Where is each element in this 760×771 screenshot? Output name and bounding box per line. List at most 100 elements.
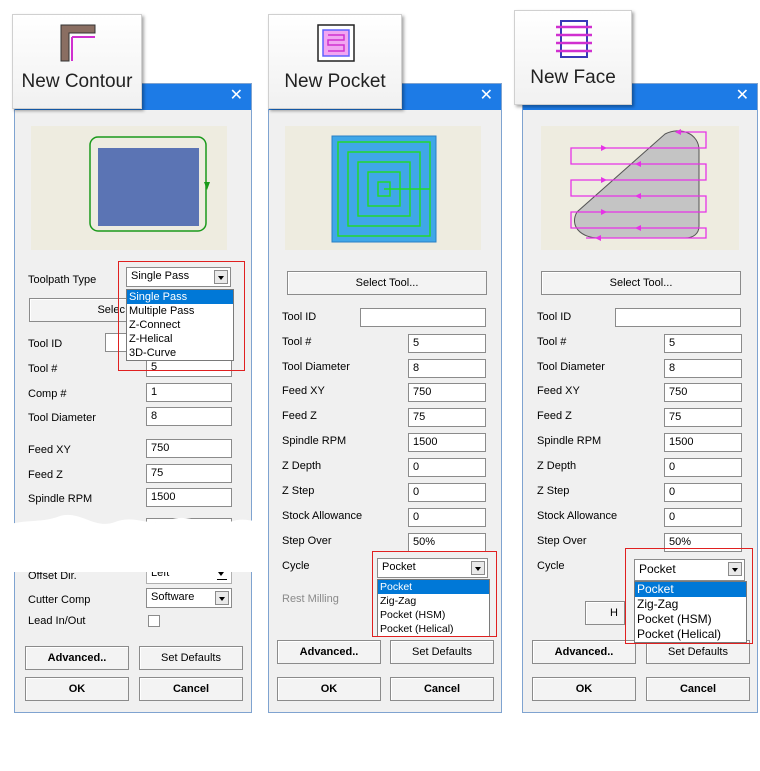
stock-allowance-label: Stock Allowance <box>537 510 618 522</box>
feed-xy-field[interactable]: 750 <box>146 439 232 458</box>
face-preview <box>541 126 739 250</box>
z-depth-field[interactable]: 0 <box>408 458 486 477</box>
step-over-label: Step Over <box>282 535 332 547</box>
ok-button[interactable]: OK <box>25 677 129 701</box>
pocket-dialog: ✕ Select Tool... Tool ID Tool # 5 Tool D… <box>268 83 502 713</box>
z-depth-field[interactable]: 0 <box>664 458 742 477</box>
tool-num-label: Tool # <box>282 336 312 348</box>
spindle-rpm-field[interactable]: 1500 <box>146 488 232 507</box>
new-contour-label: New Contour <box>21 71 133 92</box>
tool-num-label: Tool # <box>28 363 58 375</box>
stock-allowance-field[interactable]: 0 <box>664 508 742 527</box>
cancel-button[interactable]: Cancel <box>139 677 243 701</box>
close-icon[interactable]: ✕ <box>736 86 749 106</box>
z-step-label: Z Step <box>282 485 315 497</box>
tool-diameter-label: Tool Diameter <box>28 412 96 424</box>
z-depth-label: Z Depth <box>282 460 322 472</box>
spindle-rpm-label: Spindle RPM <box>282 435 347 447</box>
comp-num-field[interactable]: 1 <box>146 383 232 402</box>
z-step-field[interactable]: 0 <box>664 483 742 502</box>
tool-num-field[interactable]: 5 <box>664 334 742 353</box>
toolpath-type-label: Toolpath Type <box>28 274 97 286</box>
contour-preview-graphic <box>89 136 210 232</box>
pocket-preview <box>285 126 481 250</box>
advanced-button[interactable]: Advanced.. <box>25 646 129 670</box>
select-tool-button[interactable]: Select Tool... <box>287 271 487 295</box>
tool-id-field[interactable] <box>615 308 741 327</box>
dropdown-highlight-box <box>372 551 497 637</box>
cycle-label: Cycle <box>537 560 565 572</box>
comp-num-label: Comp # <box>28 388 67 400</box>
tool-id-field[interactable] <box>360 308 486 327</box>
tool-diameter-field[interactable]: 8 <box>664 359 742 378</box>
close-icon[interactable]: ✕ <box>480 86 493 106</box>
contour-preview <box>31 126 227 250</box>
pocket-icon <box>317 24 355 62</box>
torn-edge-overlay <box>0 514 262 572</box>
feed-z-label: Feed Z <box>537 410 572 422</box>
ok-button[interactable]: OK <box>277 677 381 701</box>
cancel-button[interactable]: Cancel <box>646 677 750 701</box>
dropdown-highlight-box <box>118 261 245 371</box>
step-over-field[interactable]: 50% <box>408 533 486 552</box>
spindle-rpm-label: Spindle RPM <box>537 435 602 447</box>
new-contour-button[interactable]: New Contour <box>12 14 142 109</box>
cancel-button[interactable]: Cancel <box>390 677 494 701</box>
step-over-label: Step Over <box>537 535 587 547</box>
feed-z-field[interactable]: 75 <box>146 464 232 483</box>
close-icon[interactable]: ✕ <box>230 86 243 106</box>
pocket-preview-graphic <box>331 135 437 243</box>
new-face-button[interactable]: New Face <box>514 10 632 105</box>
new-face-label: New Face <box>530 67 616 88</box>
tool-id-label: Tool ID <box>28 338 63 350</box>
feed-z-field[interactable]: 75 <box>408 408 486 427</box>
feed-z-label: Feed Z <box>282 410 317 422</box>
ok-button[interactable]: OK <box>532 677 636 701</box>
hidden-button[interactable]: H <box>585 601 625 625</box>
feed-z-label: Feed Z <box>28 469 63 481</box>
cutter-comp-select[interactable]: Software <box>146 588 232 608</box>
rest-milling-label: Rest Milling <box>282 593 339 605</box>
set-defaults-button[interactable]: Set Defaults <box>390 640 494 664</box>
contour-direction-arrow <box>204 182 210 190</box>
face-preview-graphic <box>570 129 707 241</box>
z-step-label: Z Step <box>537 485 570 497</box>
cycle-label: Cycle <box>282 560 310 572</box>
face-material <box>574 130 700 239</box>
advanced-button[interactable]: Advanced.. <box>277 640 381 664</box>
select-tool-button[interactable]: Select Tool... <box>541 271 741 295</box>
feed-xy-field[interactable]: 750 <box>408 383 486 402</box>
feed-xy-label: Feed XY <box>537 385 580 397</box>
spindle-rpm-field[interactable]: 1500 <box>664 433 742 452</box>
advanced-button[interactable]: Advanced.. <box>532 640 636 664</box>
tool-diameter-field[interactable]: 8 <box>146 407 232 426</box>
chevron-down-icon[interactable] <box>215 591 229 605</box>
contour-material <box>98 148 199 226</box>
face-dialog: ✕ Select Tool... Tool ID Tool # 5 Tool D <box>522 83 758 713</box>
set-defaults-button[interactable]: Set Defaults <box>139 646 243 670</box>
tool-id-label: Tool ID <box>537 311 572 323</box>
stock-allowance-label: Stock Allowance <box>282 510 363 522</box>
spindle-rpm-field[interactable]: 1500 <box>408 433 486 452</box>
feed-xy-label: Feed XY <box>282 385 325 397</box>
feed-xy-field[interactable]: 750 <box>664 383 742 402</box>
tool-diameter-field[interactable]: 8 <box>408 359 486 378</box>
feed-z-field[interactable]: 75 <box>664 408 742 427</box>
dropdown-highlight-box <box>625 548 753 644</box>
tool-diameter-label: Tool Diameter <box>282 361 350 373</box>
cutter-comp-label: Cutter Comp <box>28 594 91 606</box>
lead-in-out-checkbox[interactable] <box>148 615 160 627</box>
contour-dialog: ✕ Toolpath Type Single Pass Selec Tool I… <box>14 83 252 713</box>
new-pocket-button[interactable]: New Pocket <box>268 14 402 109</box>
tool-diameter-label: Tool Diameter <box>537 361 605 373</box>
lead-in-out-label: Lead In/Out <box>28 615 86 627</box>
tool-num-label: Tool # <box>537 336 567 348</box>
contour-icon <box>60 24 96 62</box>
tool-num-field[interactable]: 5 <box>408 334 486 353</box>
stock-allowance-field[interactable]: 0 <box>408 508 486 527</box>
spindle-rpm-label: Spindle RPM <box>28 493 93 505</box>
new-pocket-label: New Pocket <box>284 71 386 92</box>
tool-id-label: Tool ID <box>282 311 317 323</box>
z-step-field[interactable]: 0 <box>408 483 486 502</box>
z-depth-label: Z Depth <box>537 460 577 472</box>
